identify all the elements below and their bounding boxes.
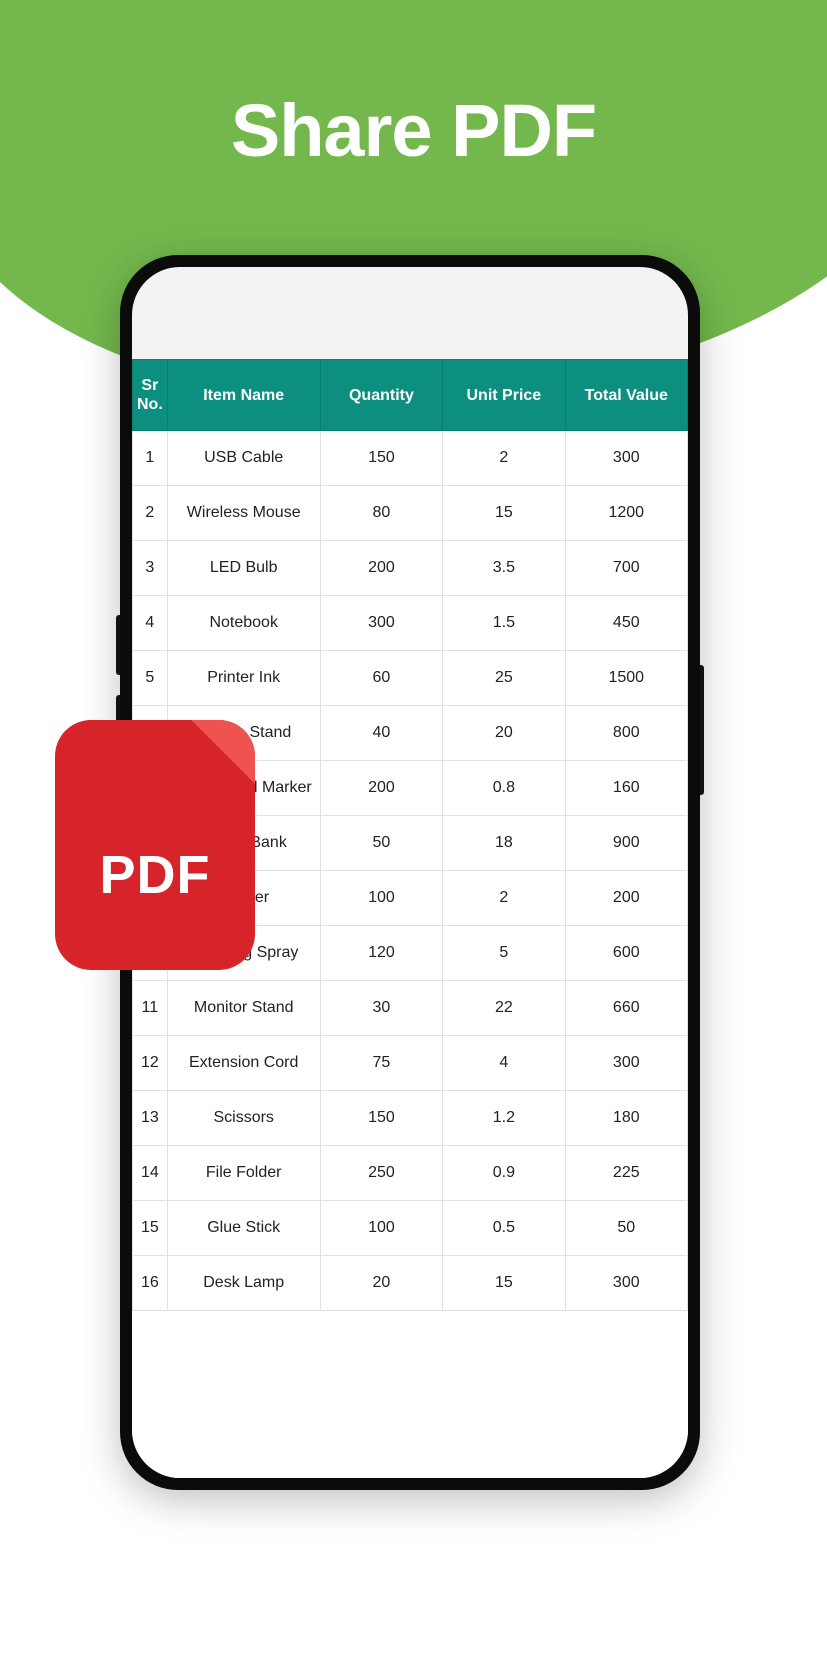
table-row: 4Notebook3001.5450 [133,596,688,651]
cell-qty: 250 [320,1146,442,1201]
cell-sr: 11 [133,981,168,1036]
table-row: 5Printer Ink60251500 [133,651,688,706]
cell-total: 1500 [565,651,687,706]
cell-price: 15 [443,486,565,541]
cell-name: Scissors [167,1091,320,1146]
cell-name: Monitor Stand [167,981,320,1036]
table-row: 16Desk Lamp2015300 [133,1256,688,1311]
pdf-icon-label: PDF [100,844,211,906]
cell-sr: 14 [133,1146,168,1201]
cell-qty: 75 [320,1036,442,1091]
cell-qty: 20 [320,1256,442,1311]
cell-total: 600 [565,926,687,981]
pdf-icon-fold [191,720,255,784]
cell-price: 5 [443,926,565,981]
cell-qty: 150 [320,1091,442,1146]
cell-name: LED Bulb [167,541,320,596]
cell-sr: 1 [133,431,168,486]
cell-name: USB Cable [167,431,320,486]
cell-price: 4 [443,1036,565,1091]
cell-sr: 2 [133,486,168,541]
cell-name: Notebook [167,596,320,651]
cell-sr: 12 [133,1036,168,1091]
cell-qty: 40 [320,706,442,761]
phone-button-decor [116,615,120,675]
cell-name: Desk Lamp [167,1256,320,1311]
cell-qty: 50 [320,816,442,871]
cell-price: 2 [443,871,565,926]
cell-name: Printer Ink [167,651,320,706]
cell-qty: 200 [320,761,442,816]
cell-total: 50 [565,1201,687,1256]
cell-price: 0.9 [443,1146,565,1201]
table-row: 1USB Cable1502300 [133,431,688,486]
cell-price: 0.5 [443,1201,565,1256]
cell-qty: 100 [320,871,442,926]
table-header-row: Sr No. Item Name Quantity Unit Price Tot… [133,360,688,431]
cell-price: 20 [443,706,565,761]
header-sr: Sr No. [133,360,168,431]
cell-name: Wireless Mouse [167,486,320,541]
cell-qty: 30 [320,981,442,1036]
cell-price: 2 [443,431,565,486]
phone-button-decor [700,665,704,795]
cell-price: 15 [443,1256,565,1311]
cell-total: 700 [565,541,687,596]
cell-qty: 150 [320,431,442,486]
cell-sr: 13 [133,1091,168,1146]
pdf-icon: PDF [55,720,255,970]
header-price: Unit Price [443,360,565,431]
cell-sr: 15 [133,1201,168,1256]
cell-total: 200 [565,871,687,926]
cell-total: 300 [565,1256,687,1311]
cell-qty: 120 [320,926,442,981]
cell-price: 1.5 [443,596,565,651]
cell-sr: 4 [133,596,168,651]
table-row: 14File Folder2500.9225 [133,1146,688,1201]
table-row: 13Scissors1501.2180 [133,1091,688,1146]
header-qty: Quantity [320,360,442,431]
cell-total: 160 [565,761,687,816]
cell-qty: 100 [320,1201,442,1256]
cell-total: 660 [565,981,687,1036]
cell-price: 22 [443,981,565,1036]
pdf-icon-body: PDF [55,720,255,970]
cell-total: 900 [565,816,687,871]
table-row: 15Glue Stick1000.550 [133,1201,688,1256]
table-row: 2Wireless Mouse80151200 [133,486,688,541]
cell-qty: 300 [320,596,442,651]
cell-total: 225 [565,1146,687,1201]
table-row: 12Extension Cord754300 [133,1036,688,1091]
cell-sr: 16 [133,1256,168,1311]
header-name: Item Name [167,360,320,431]
cell-name: File Folder [167,1146,320,1201]
table-row: 3LED Bulb2003.5700 [133,541,688,596]
cell-total: 180 [565,1091,687,1146]
page-title: Share PDF [0,88,827,173]
cell-price: 18 [443,816,565,871]
cell-total: 300 [565,1036,687,1091]
cell-price: 25 [443,651,565,706]
table-row: 11Monitor Stand3022660 [133,981,688,1036]
cell-name: Glue Stick [167,1201,320,1256]
cell-qty: 200 [320,541,442,596]
cell-name: Extension Cord [167,1036,320,1091]
cell-qty: 80 [320,486,442,541]
cell-total: 450 [565,596,687,651]
header-total: Total Value [565,360,687,431]
cell-price: 1.2 [443,1091,565,1146]
cell-total: 1200 [565,486,687,541]
cell-price: 3.5 [443,541,565,596]
cell-qty: 60 [320,651,442,706]
cell-total: 800 [565,706,687,761]
cell-sr: 3 [133,541,168,596]
cell-price: 0.8 [443,761,565,816]
cell-sr: 5 [133,651,168,706]
cell-total: 300 [565,431,687,486]
